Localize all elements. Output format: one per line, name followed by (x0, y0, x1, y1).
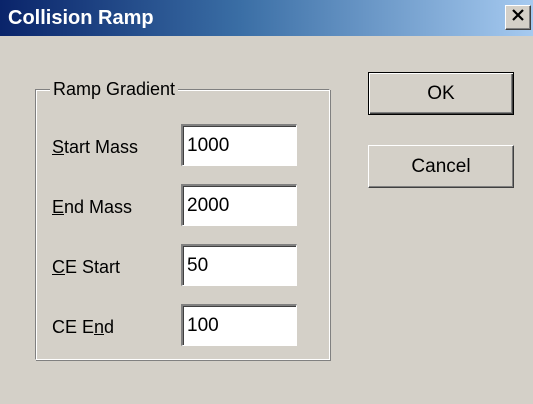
ok-button-label: OK (427, 82, 455, 104)
collision-ramp-dialog: Collision Ramp Ramp Gradient Start Mass … (0, 0, 533, 404)
ce-start-label: CE Start (52, 257, 121, 277)
ce-end-field[interactable] (181, 304, 297, 346)
start-mass-label: Start Mass (52, 137, 139, 157)
window-title: Collision Ramp (8, 7, 154, 29)
group-legend: Ramp Gradient (50, 78, 179, 100)
ce-end-label: CE End (52, 317, 115, 337)
ce-start-field[interactable] (181, 244, 297, 286)
end-mass-field[interactable] (181, 184, 297, 226)
close-icon (511, 8, 525, 27)
end-mass-label: End Mass (52, 197, 133, 217)
title-bar[interactable]: Collision Ramp (0, 0, 533, 36)
close-button[interactable] (505, 5, 531, 30)
cancel-button[interactable]: Cancel (368, 145, 514, 188)
ok-button[interactable]: OK (368, 72, 514, 115)
cancel-button-label: Cancel (411, 155, 471, 177)
start-mass-field[interactable] (181, 124, 297, 166)
